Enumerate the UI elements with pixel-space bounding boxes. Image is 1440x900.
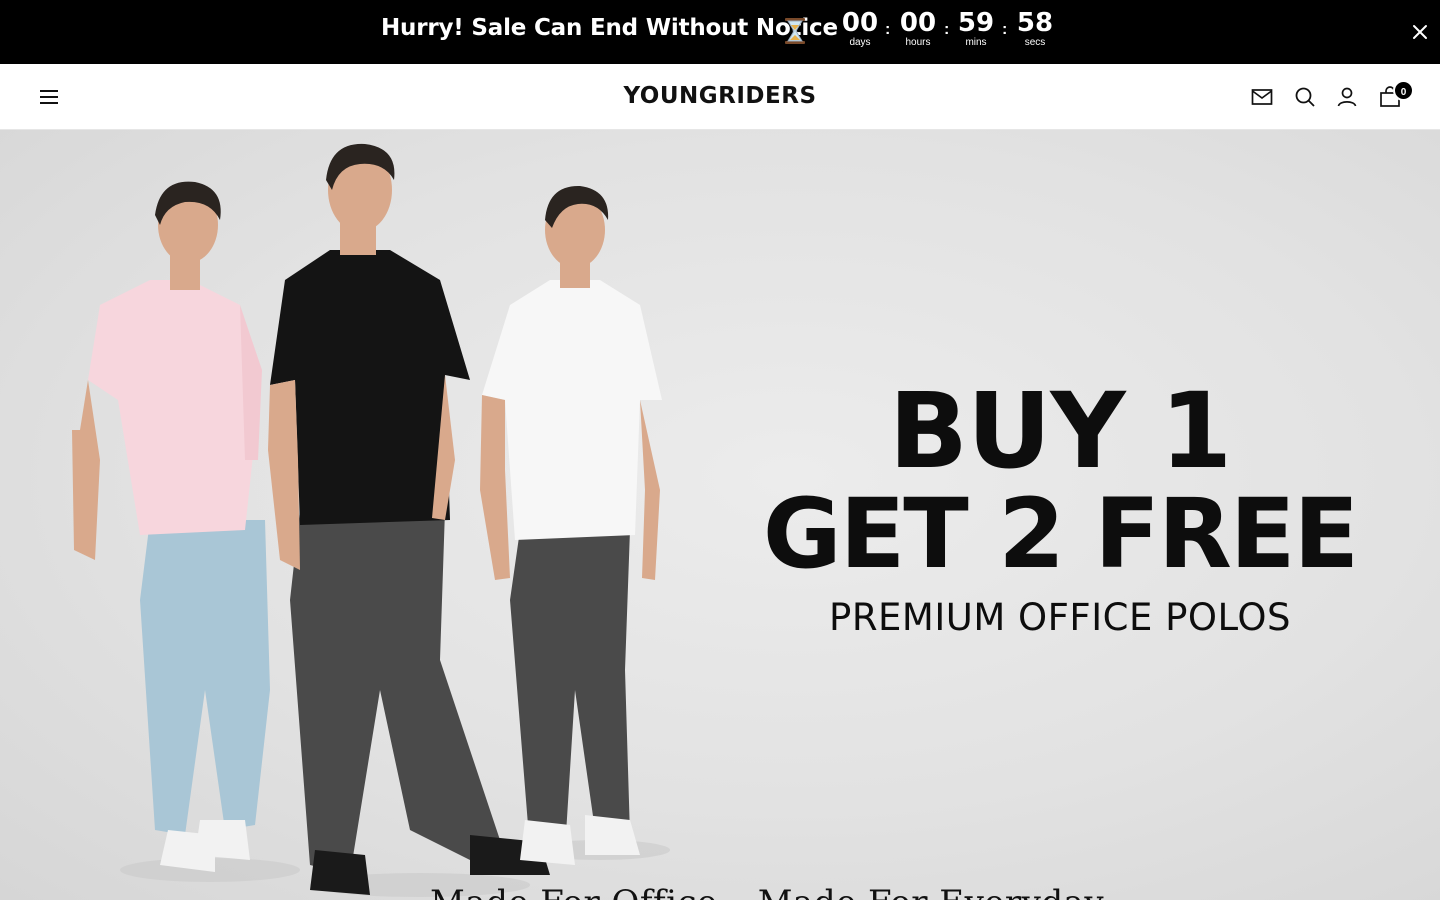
announcement-bar: Hurry! Sale Can End Without Notice 00 da… bbox=[0, 0, 1440, 64]
hero-models-image bbox=[72, 143, 670, 897]
countdown-mins-label: mins bbox=[965, 37, 987, 48]
hero-tagline: Made For Office – Made For Everyday bbox=[430, 883, 1104, 900]
mail-icon[interactable] bbox=[1250, 85, 1274, 109]
hourglass-icon bbox=[785, 18, 805, 44]
hero-headline-free: GET 2 FREE bbox=[762, 478, 1359, 590]
countdown-days: 00 days bbox=[836, 8, 884, 49]
countdown-mins: 59 mins bbox=[952, 8, 1000, 49]
countdown-mins-value: 59 bbox=[957, 8, 995, 38]
cart-count-badge: 0 bbox=[1393, 80, 1414, 101]
hero-subheadline: PREMIUM OFFICE POLOS bbox=[829, 596, 1291, 639]
countdown-secs: 58 secs bbox=[1011, 8, 1059, 49]
countdown-hours: 00 hours bbox=[894, 8, 942, 49]
countdown-secs-label: secs bbox=[1024, 37, 1046, 48]
countdown-days-label: days bbox=[849, 37, 871, 48]
announcement-text: Hurry! Sale Can End Without Notice bbox=[381, 15, 838, 41]
countdown-days-value: 00 bbox=[841, 8, 879, 38]
countdown-secs-value: 58 bbox=[1016, 8, 1054, 38]
model-black-polo bbox=[268, 143, 550, 895]
search-icon[interactable] bbox=[1293, 85, 1317, 109]
model-pink-polo bbox=[72, 181, 270, 872]
hero-headline-buy: BUY 1 bbox=[888, 370, 1233, 492]
countdown-separator: : bbox=[944, 21, 950, 38]
site-logo[interactable]: YOUNGRIDERS bbox=[0, 81, 1440, 111]
countdown-hours-label: hours bbox=[905, 37, 931, 48]
site-header: YOUNGRIDERS 0 bbox=[0, 64, 1440, 130]
hero-banner[interactable]: BUY 1 GET 2 FREE PREMIUM OFFICE POLOS Ma… bbox=[0, 130, 1440, 900]
close-icon[interactable] bbox=[1409, 21, 1431, 43]
countdown-separator: : bbox=[885, 21, 891, 38]
countdown-hours-value: 00 bbox=[899, 8, 937, 38]
model-white-polo bbox=[480, 185, 662, 865]
account-icon[interactable] bbox=[1335, 85, 1359, 109]
countdown-separator: : bbox=[1002, 21, 1008, 38]
